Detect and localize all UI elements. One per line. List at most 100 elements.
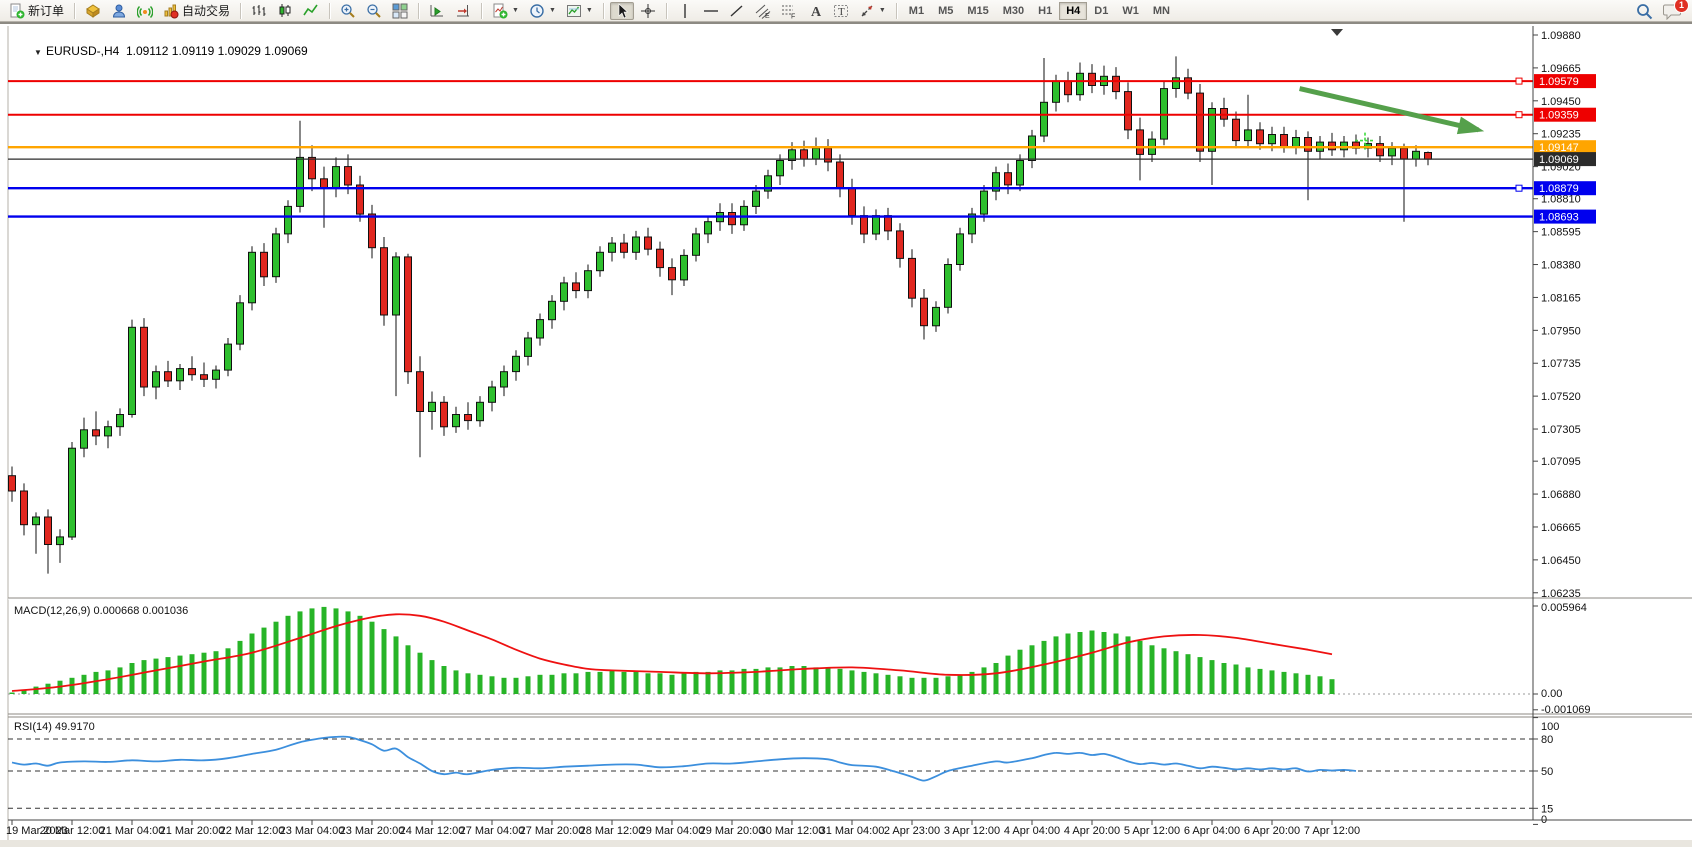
bull-candle: [453, 415, 460, 427]
label-button[interactable]: T: [829, 2, 853, 20]
tile-windows-button[interactable]: [388, 2, 412, 20]
bull-candle: [633, 237, 640, 252]
tile-windows-icon: [392, 3, 408, 19]
chat-button[interactable]: 1: [1659, 2, 1687, 20]
timeframe-h4-button[interactable]: H4: [1059, 2, 1087, 20]
search-icon: [1635, 2, 1653, 20]
bear-candle: [201, 375, 208, 380]
timeframe-m1-button[interactable]: M1: [902, 2, 931, 20]
bear-candle: [861, 216, 868, 234]
bull-candle: [1041, 102, 1048, 136]
line-handle[interactable]: [1516, 112, 1522, 118]
toolbar-right-group: 1: [1630, 2, 1688, 20]
line-handle[interactable]: [1516, 78, 1522, 84]
bear-candle: [189, 369, 196, 375]
bull-candle: [249, 252, 256, 302]
bear-candle: [21, 491, 28, 525]
templates-button[interactable]: ▼: [562, 2, 597, 20]
svg-text:30 Mar 12:00: 30 Mar 12:00: [760, 825, 825, 837]
bull-candle: [117, 415, 124, 427]
price-chart[interactable]: 1.098801.096651.094501.092351.090201.088…: [0, 24, 1692, 847]
svg-text:4 Apr 20:00: 4 Apr 20:00: [1064, 825, 1120, 837]
bull-candle: [777, 161, 784, 176]
auto-scroll-button[interactable]: [425, 2, 449, 20]
candlestick-icon: [277, 3, 293, 19]
crosshair-icon: [640, 3, 656, 19]
bull-candle: [1173, 78, 1180, 89]
bear-candle: [897, 231, 904, 259]
line-chart-icon: [303, 3, 319, 19]
zoom-in-button[interactable]: [336, 2, 360, 20]
timeframe-m5-button[interactable]: M5: [931, 2, 960, 20]
svg-text:4 Apr 04:00: 4 Apr 04:00: [1004, 825, 1060, 837]
bull-candle: [297, 157, 304, 206]
vertical-line-button[interactable]: [673, 2, 697, 20]
window-bottom-edge: [0, 840, 1692, 847]
chevron-down-icon[interactable]: ▼: [512, 7, 519, 14]
chart-shift-icon: [455, 3, 471, 19]
symbol-dropdown-icon[interactable]: ▼: [34, 48, 42, 57]
indicators-button[interactable]: ▼: [488, 2, 523, 20]
bull-candle: [1269, 135, 1276, 144]
search-button[interactable]: [1631, 2, 1657, 20]
bear-candle: [405, 257, 412, 372]
toolbar-separator: [418, 3, 419, 19]
navigator-button[interactable]: [107, 2, 131, 20]
periods-button[interactable]: ▼: [525, 2, 560, 20]
toolbar-group: [246, 0, 324, 22]
new-order-button[interactable]: 新订单: [5, 2, 68, 20]
bull-candle: [1017, 161, 1024, 186]
horizontal-line-button[interactable]: [699, 2, 723, 20]
cursor-icon: [614, 3, 630, 19]
new-order-button-label: 新订单: [28, 2, 64, 19]
bull-candle: [225, 344, 232, 370]
svg-text:6 Apr 20:00: 6 Apr 20:00: [1244, 825, 1300, 837]
text-button[interactable]: A: [803, 2, 827, 20]
zoom-out-button[interactable]: [362, 2, 386, 20]
timeframe-w1-button[interactable]: W1: [1115, 2, 1146, 20]
bull-candle: [945, 265, 952, 308]
fibonacci-button[interactable]: F: [777, 2, 801, 20]
bull-candle: [81, 430, 88, 448]
arrows-button[interactable]: ▼: [855, 2, 890, 20]
line-handle[interactable]: [1516, 185, 1522, 191]
chart-shift-button[interactable]: [451, 2, 475, 20]
bear-candle: [885, 216, 892, 231]
svg-text:1.08165: 1.08165: [1541, 292, 1581, 304]
bar-chart-button[interactable]: [247, 2, 271, 20]
svg-text:5 Apr 12:00: 5 Apr 12:00: [1124, 825, 1180, 837]
timeframe-h1-button[interactable]: H1: [1031, 2, 1059, 20]
crosshair-button[interactable]: [636, 2, 660, 20]
svg-text:80: 80: [1541, 734, 1553, 746]
svg-text:1.06450: 1.06450: [1541, 555, 1581, 567]
chevron-down-icon[interactable]: ▼: [879, 7, 886, 14]
bear-candle: [1329, 142, 1336, 150]
chevron-down-icon[interactable]: ▼: [549, 7, 556, 14]
signals-button[interactable]: [133, 2, 157, 20]
market-watch-button[interactable]: [81, 2, 105, 20]
timeframe-m30-button[interactable]: M30: [996, 2, 1031, 20]
macd-indicator-label: MACD(12,26,9) 0.000668 0.001036: [14, 605, 188, 617]
bull-candle: [153, 372, 160, 387]
toolbar-group: 自动交易: [80, 0, 235, 22]
bear-candle: [669, 268, 676, 280]
timeframe-m15-button[interactable]: M15: [960, 2, 995, 20]
timeframe-d1-button[interactable]: D1: [1087, 2, 1115, 20]
chevron-down-icon[interactable]: ▼: [586, 7, 593, 14]
line-chart-button[interactable]: [299, 2, 323, 20]
svg-text:1.06665: 1.06665: [1541, 522, 1581, 534]
trendline-button[interactable]: [725, 2, 749, 20]
timeframe-mn-button[interactable]: MN: [1146, 2, 1177, 20]
svg-text:20 Mar 12:00: 20 Mar 12:00: [40, 825, 105, 837]
toolbar-group: EFAT ▼: [672, 0, 891, 22]
signals-icon: [137, 3, 153, 19]
toolbar-separator: [666, 3, 667, 19]
channel-button[interactable]: E: [751, 2, 775, 20]
svg-text:22 Mar 12:00: 22 Mar 12:00: [220, 825, 285, 837]
price-tag-value: 1.08879: [1539, 183, 1579, 195]
chart-ohlc-values: 1.09112 1.09119 1.09029 1.09069: [126, 44, 308, 58]
auto-trading-icon: [163, 3, 179, 19]
cursor-button[interactable]: [610, 2, 634, 20]
candlestick-button[interactable]: [273, 2, 297, 20]
auto-trading-button[interactable]: 自动交易: [159, 2, 234, 20]
